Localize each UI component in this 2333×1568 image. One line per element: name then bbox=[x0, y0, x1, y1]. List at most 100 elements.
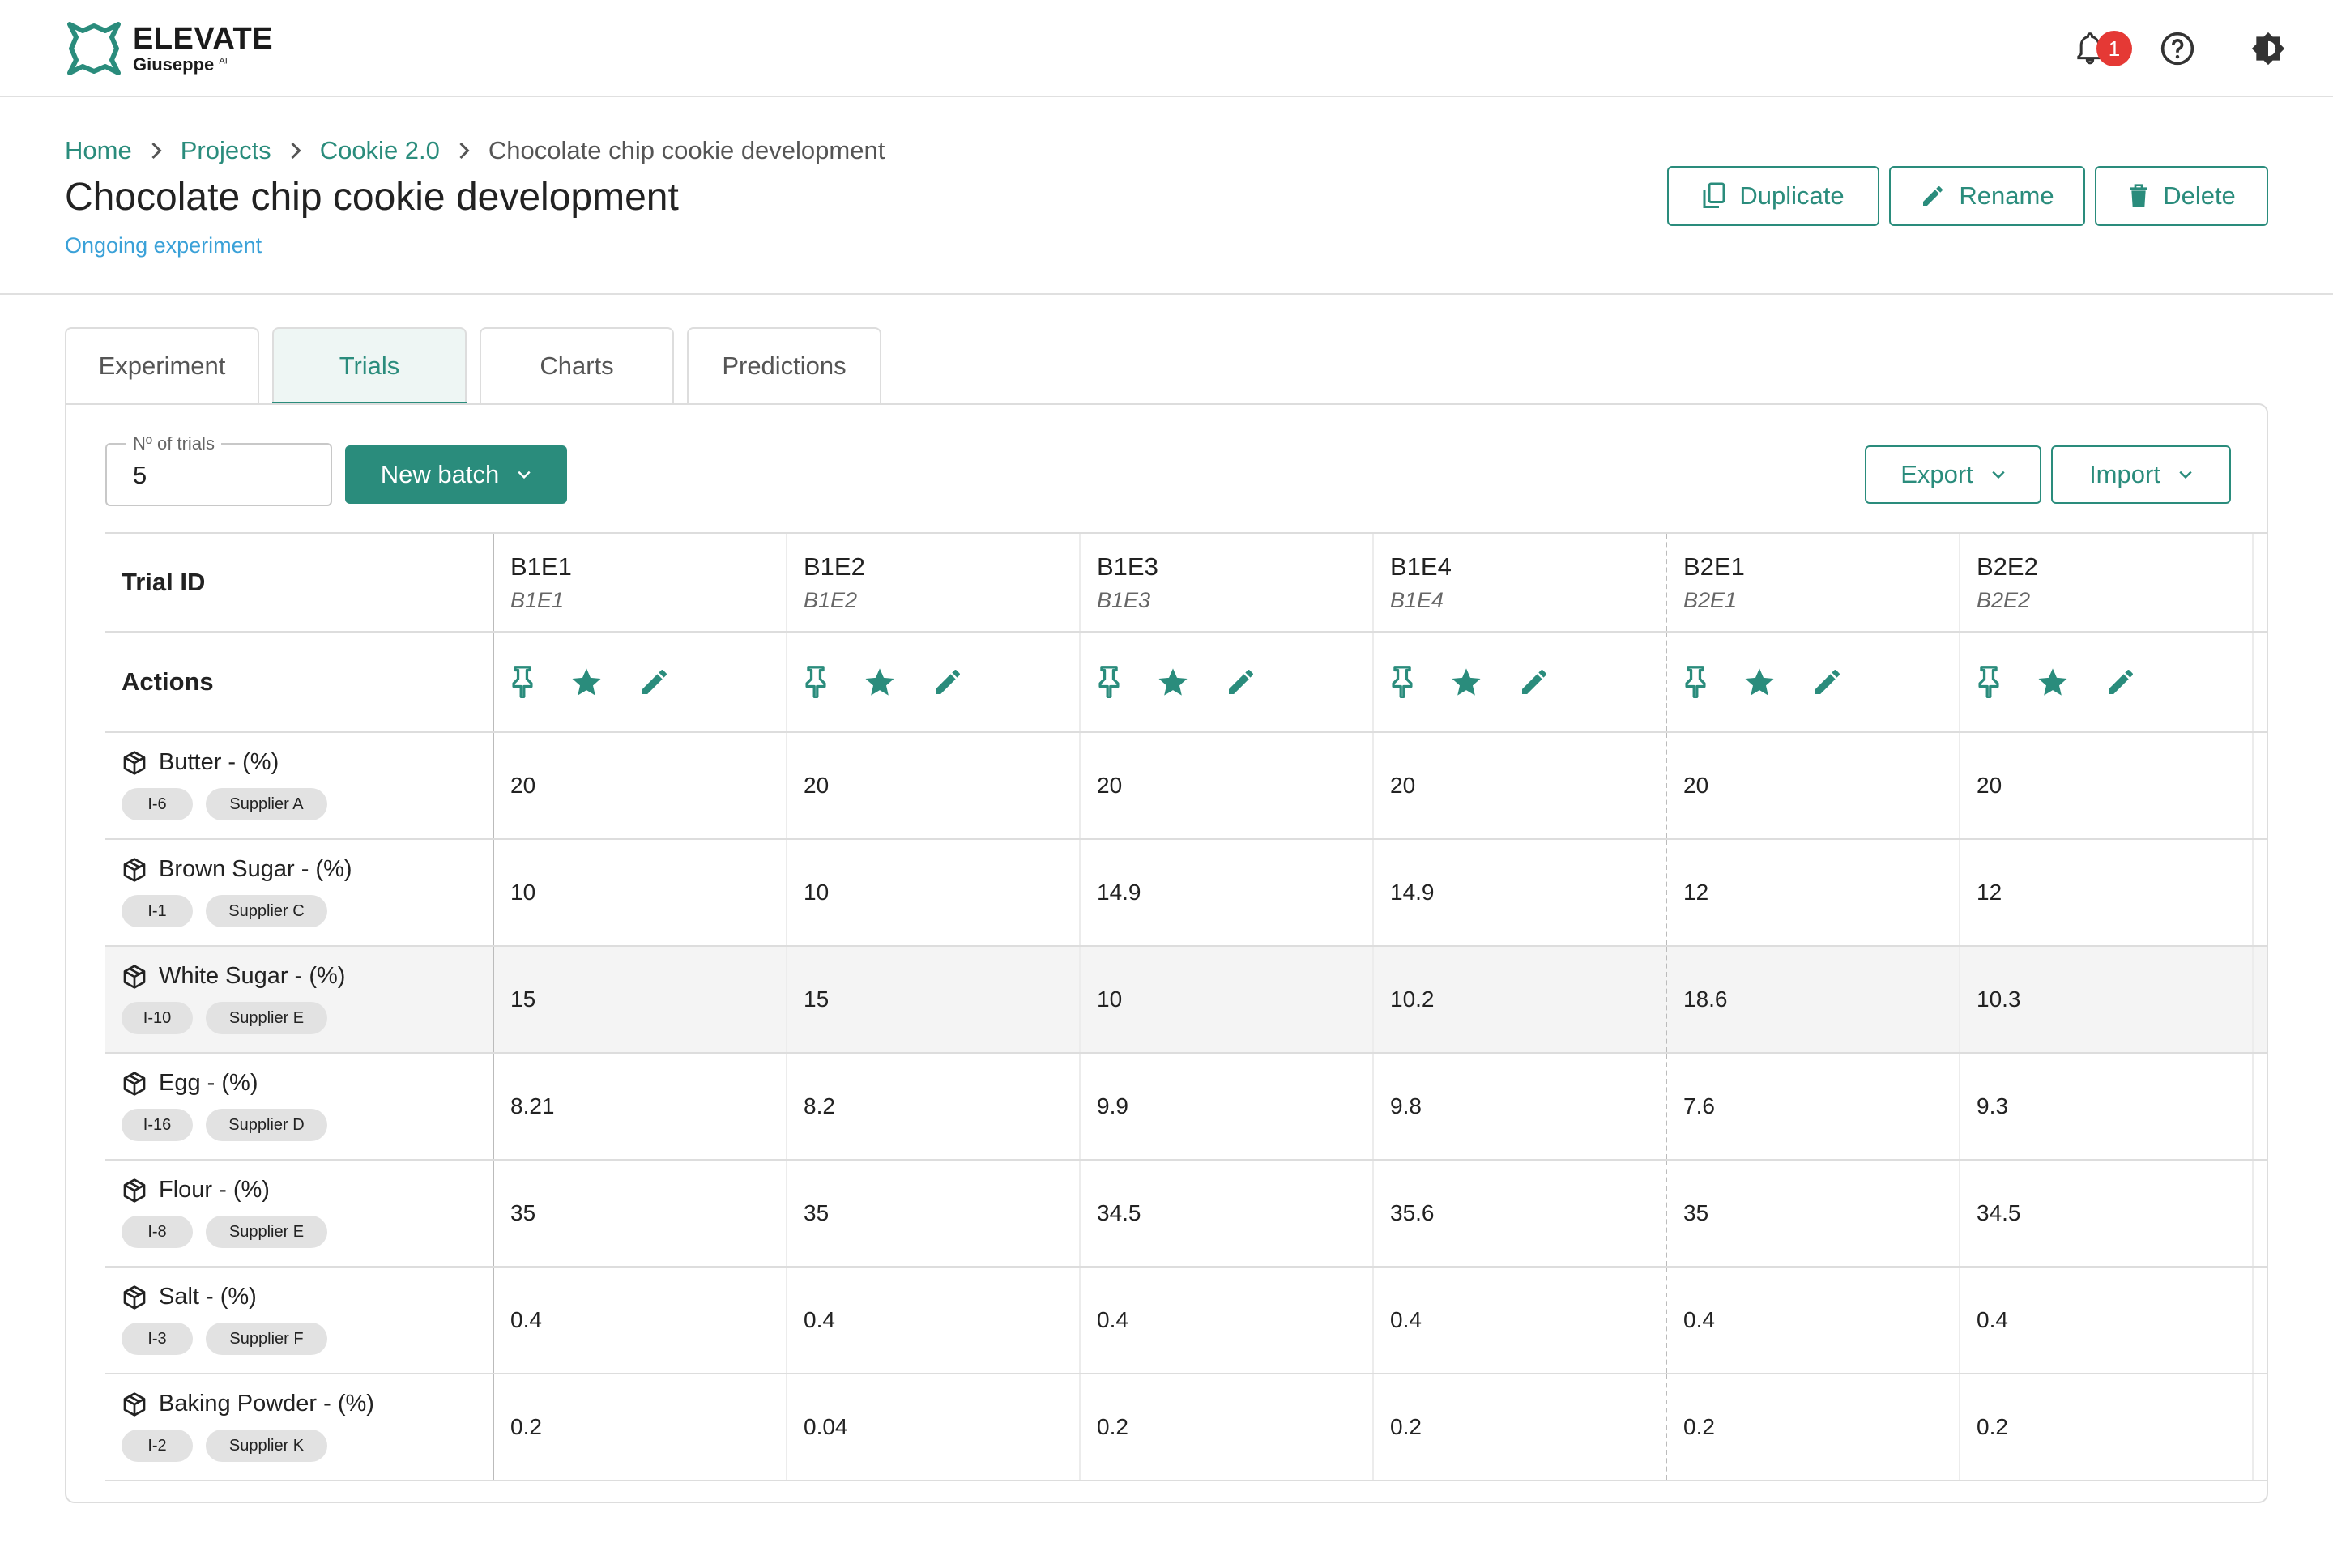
star-icon[interactable] bbox=[570, 666, 603, 698]
ingredient-value-cell[interactable]: 9.8 bbox=[1374, 1054, 1667, 1159]
star-icon[interactable] bbox=[864, 666, 896, 698]
ingredient-value-cell[interactable]: 9.3 bbox=[1960, 1054, 2254, 1159]
table-overflow-cell bbox=[2254, 840, 2267, 945]
delete-button[interactable]: Delete bbox=[2095, 166, 2268, 226]
trial-id: B1E4 bbox=[1390, 552, 1452, 581]
ingredient-value-cell[interactable]: 14.9 bbox=[1374, 840, 1667, 945]
pin-icon[interactable] bbox=[510, 666, 535, 698]
ingredient-value-cell[interactable]: 35 bbox=[494, 1161, 787, 1266]
star-icon[interactable] bbox=[1450, 666, 1482, 698]
ingredient-value-cell[interactable]: 8.2 bbox=[787, 1054, 1081, 1159]
export-button[interactable]: Export bbox=[1865, 445, 2041, 504]
ingredient-value-cell[interactable]: 0.4 bbox=[1374, 1268, 1667, 1373]
page-title: Chocolate chip cookie development bbox=[65, 176, 679, 219]
ingredient-value-cell[interactable]: 0.2 bbox=[1667, 1374, 1960, 1480]
pencil-icon bbox=[1923, 186, 1943, 206]
tab-predictions[interactable]: Predictions bbox=[687, 327, 881, 403]
ingredient-value-cell[interactable]: 18.6 bbox=[1667, 947, 1960, 1052]
ingredient-value-cell[interactable]: 0.2 bbox=[1960, 1374, 2254, 1480]
ingredient-value-cell[interactable]: 20 bbox=[494, 733, 787, 838]
pin-icon[interactable] bbox=[1683, 666, 1708, 698]
tab-charts[interactable]: Charts bbox=[480, 327, 674, 403]
ingredient-value-cell[interactable]: 14.9 bbox=[1081, 840, 1374, 945]
new-batch-button[interactable]: New batch bbox=[345, 445, 567, 504]
pencil-icon[interactable] bbox=[638, 666, 671, 698]
ingredient-value-cell[interactable]: 35 bbox=[1667, 1161, 1960, 1266]
theme-toggle-button[interactable] bbox=[2242, 23, 2294, 75]
trial-actions bbox=[804, 666, 964, 698]
theme-icon bbox=[2251, 32, 2285, 66]
star-icon[interactable] bbox=[1157, 666, 1189, 698]
star-icon[interactable] bbox=[2037, 666, 2069, 698]
duplicate-button[interactable]: Duplicate bbox=[1667, 166, 1879, 226]
ingredient-value-cell[interactable]: 20 bbox=[1960, 733, 2254, 838]
pencil-icon[interactable] bbox=[1518, 666, 1550, 698]
notification-count-badge: 1 bbox=[2096, 31, 2132, 66]
breadcrumb-projects[interactable]: Projects bbox=[181, 136, 271, 165]
ingredient-value-cell[interactable]: 35.6 bbox=[1374, 1161, 1667, 1266]
ingredient-value-cell[interactable]: 34.5 bbox=[1081, 1161, 1374, 1266]
pencil-icon[interactable] bbox=[1811, 666, 1844, 698]
pencil-icon[interactable] bbox=[1225, 666, 1257, 698]
ingredient-value-cell[interactable]: 12 bbox=[1667, 840, 1960, 945]
trial-actions-cell bbox=[1960, 633, 2254, 731]
header-divider bbox=[0, 293, 2333, 295]
import-button[interactable]: Import bbox=[2051, 445, 2231, 504]
ingredient-value-cell[interactable]: 0.4 bbox=[1960, 1268, 2254, 1373]
notifications-button[interactable]: 1 bbox=[2064, 23, 2132, 75]
trial-actions bbox=[1683, 666, 1844, 698]
tab-experiment[interactable]: Experiment bbox=[65, 327, 259, 403]
pin-icon[interactable] bbox=[1977, 666, 2001, 698]
trials-count-input[interactable] bbox=[133, 461, 311, 490]
pencil-icon[interactable] bbox=[2105, 666, 2137, 698]
supplier-chip: Supplier D bbox=[206, 1109, 327, 1141]
breadcrumb-project[interactable]: Cookie 2.0 bbox=[320, 136, 440, 165]
ingredient-value-cell[interactable]: 34.5 bbox=[1960, 1161, 2254, 1266]
ingredient-value-cell[interactable]: 0.4 bbox=[1081, 1268, 1374, 1373]
ingredient-value-cell[interactable]: 15 bbox=[494, 947, 787, 1052]
ingredient-value-cell[interactable]: 10 bbox=[494, 840, 787, 945]
ingredient-value-cell[interactable]: 0.2 bbox=[1081, 1374, 1374, 1480]
ingredient-value-cell[interactable]: 8.21 bbox=[494, 1054, 787, 1159]
ingredient-value-cell[interactable]: 0.4 bbox=[1667, 1268, 1960, 1373]
ingredient-value-cell[interactable]: 20 bbox=[1374, 733, 1667, 838]
ingredient-value-cell[interactable]: 0.4 bbox=[494, 1268, 787, 1373]
ingredient-value-cell[interactable]: 0.2 bbox=[1374, 1374, 1667, 1480]
ingredient-value-cell[interactable]: 0.4 bbox=[787, 1268, 1081, 1373]
ingredient-label: Salt - (%) bbox=[159, 1284, 257, 1310]
ingredient-value-cell[interactable]: 10.3 bbox=[1960, 947, 2254, 1052]
ingredient-name: Baking Powder - (%) bbox=[122, 1391, 374, 1417]
tab-trials[interactable]: Trials bbox=[272, 327, 467, 405]
ingredient-cell: White Sugar - (%) I-10 Supplier E bbox=[105, 947, 494, 1052]
ingredient-value-cell[interactable]: 20 bbox=[787, 733, 1081, 838]
breadcrumb-home[interactable]: Home bbox=[65, 136, 132, 165]
trial-id-header: Trial ID bbox=[122, 568, 206, 596]
ingredient-value-cell[interactable]: 7.6 bbox=[1667, 1054, 1960, 1159]
ingredient-value-cell[interactable]: 10.2 bbox=[1374, 947, 1667, 1052]
star-icon[interactable] bbox=[1743, 666, 1776, 698]
table-row: Salt - (%) I-3 Supplier F 0.4 0.4 0.4 0.4 0.4 0.… bbox=[105, 1268, 2267, 1374]
ingredient-value-cell[interactable]: 0.04 bbox=[787, 1374, 1081, 1480]
ingredient-code-chip: I-10 bbox=[122, 1002, 193, 1034]
ingredient-value-cell[interactable]: 0.2 bbox=[494, 1374, 787, 1480]
pencil-icon[interactable] bbox=[932, 666, 964, 698]
ingredient-value-cell[interactable]: 20 bbox=[1081, 733, 1374, 838]
top-bar: ELEVATE Giuseppe AI 1 bbox=[0, 0, 2333, 97]
ingredient-value-cell[interactable]: 35 bbox=[787, 1161, 1081, 1266]
ingredient-value-cell[interactable]: 15 bbox=[787, 947, 1081, 1052]
table-row: Flour - (%) I-8 Supplier E 35 35 34.5 35.6 35 34… bbox=[105, 1161, 2267, 1268]
rename-button[interactable]: Rename bbox=[1889, 166, 2085, 226]
help-button[interactable] bbox=[2152, 23, 2203, 75]
pin-icon[interactable] bbox=[1097, 666, 1121, 698]
ingredient-value-cell[interactable]: 10 bbox=[787, 840, 1081, 945]
trial-header-cell: B1E1 B1E1 bbox=[494, 534, 787, 631]
ingredient-value-cell[interactable]: 20 bbox=[1667, 733, 1960, 838]
logo[interactable]: ELEVATE Giuseppe AI bbox=[65, 18, 273, 79]
trial-id-subtitle: B2E1 bbox=[1683, 587, 1738, 612]
trials-count-field[interactable]: Nº of trials bbox=[105, 433, 332, 506]
pin-icon[interactable] bbox=[804, 666, 828, 698]
ingredient-value-cell[interactable]: 10 bbox=[1081, 947, 1374, 1052]
ingredient-value-cell[interactable]: 12 bbox=[1960, 840, 2254, 945]
ingredient-value-cell[interactable]: 9.9 bbox=[1081, 1054, 1374, 1159]
pin-icon[interactable] bbox=[1390, 666, 1414, 698]
